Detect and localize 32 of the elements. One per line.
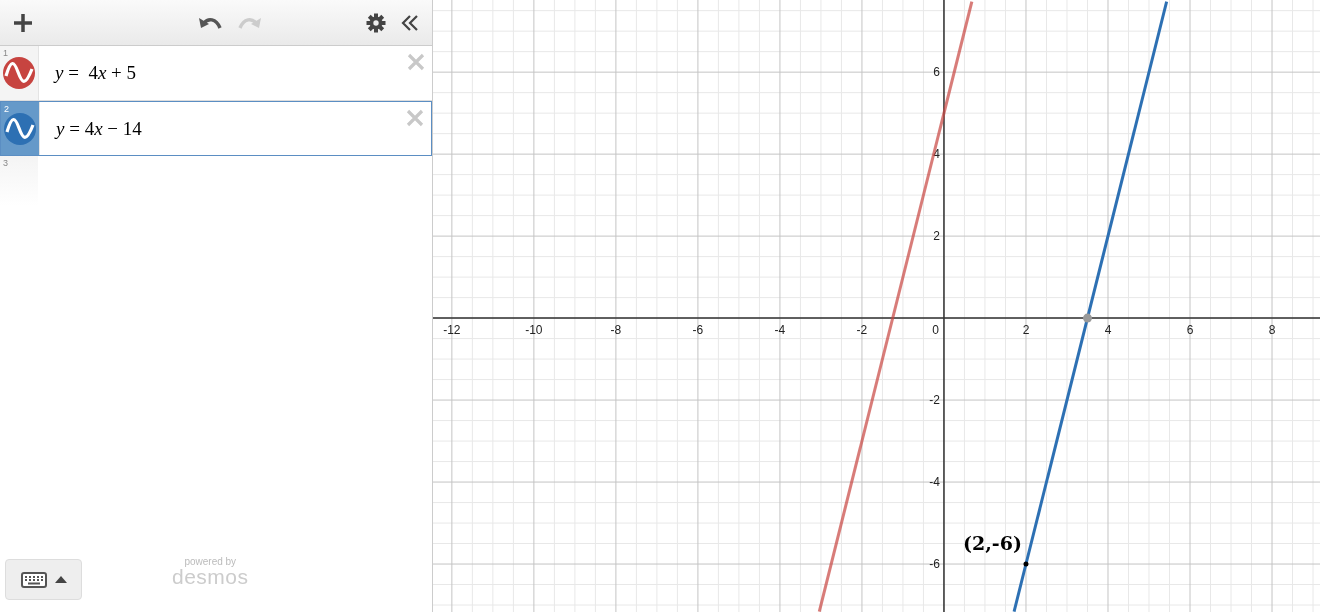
expression-row[interactable]: 1 y = 4x + 5 — [0, 46, 432, 101]
graph-wave-icon[interactable] — [4, 112, 36, 145]
row-number: 3 — [3, 158, 8, 168]
expression-field[interactable]: y = 4x + 5 — [39, 46, 406, 100]
tick-label: 6 — [933, 65, 940, 80]
intercept-point[interactable] — [1083, 313, 1092, 323]
tick-label: 4 — [1104, 323, 1112, 338]
row-number: 2 — [4, 104, 9, 114]
tick-label: 6 — [1186, 323, 1194, 338]
origin-label: 0 — [932, 323, 939, 338]
tick-label: -6 — [692, 323, 704, 338]
tick-label: -6 — [929, 557, 940, 572]
handwritten-annotation: (2,-6) — [963, 532, 1029, 567]
tick-label: -12 — [443, 323, 461, 338]
keyboard-icon — [20, 571, 47, 588]
tick-label: 2 — [1022, 323, 1030, 338]
tick-label: -10 — [525, 323, 543, 338]
tick-label: -2 — [856, 323, 868, 338]
graph-wave-icon[interactable] — [3, 57, 35, 89]
tick-label: -4 — [774, 323, 786, 338]
powered-by-text: powered by — [184, 556, 237, 567]
tick-label: 8 — [1268, 323, 1276, 338]
tick-label: -2 — [929, 393, 940, 408]
annotation: (2,-6) — [963, 532, 1022, 555]
row-number: 1 — [3, 48, 8, 58]
expression-field[interactable]: y = 4x − 14 — [40, 102, 405, 155]
tick-label: -4 — [929, 475, 940, 490]
keyboard-toggle-button[interactable] — [5, 559, 82, 600]
tick-label: -8 — [610, 323, 622, 338]
expression-row[interactable]: 2 y = 4x − 14 — [0, 101, 432, 156]
tick-label: 2 — [933, 229, 940, 244]
caret-icon — [54, 576, 67, 583]
